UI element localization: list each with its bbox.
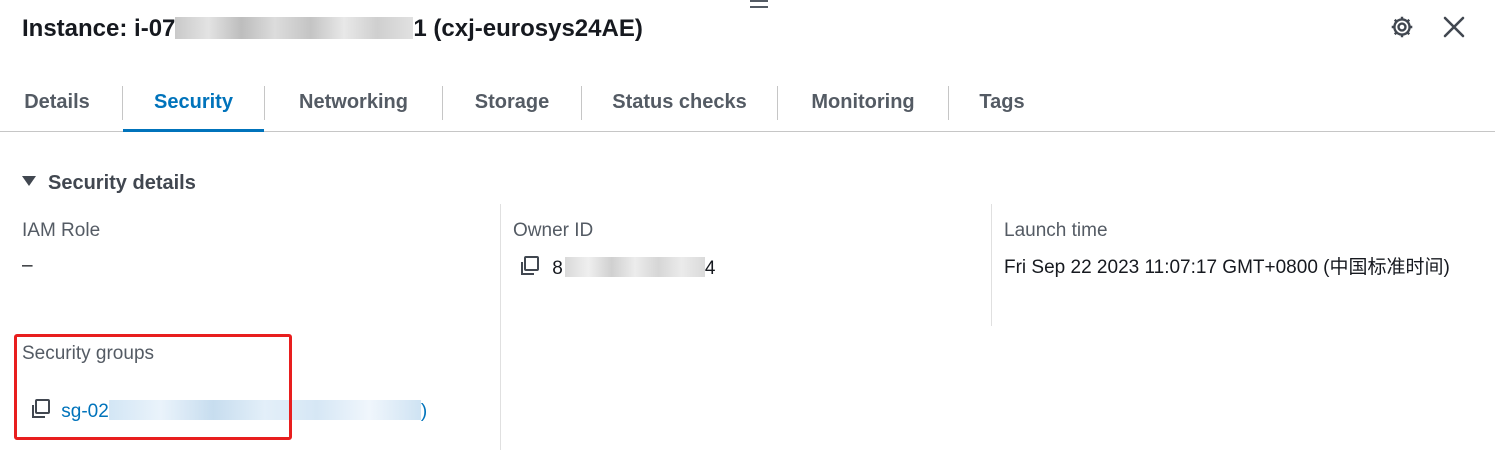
gear-icon (1391, 16, 1413, 38)
security-group-entry: sg-02) (30, 398, 427, 426)
launch-time-label: Launch time (1004, 220, 1108, 241)
owner-id-value: 84 (519, 255, 715, 283)
tab-details[interactable]: Details (0, 74, 114, 132)
tab-security[interactable]: Security (123, 74, 264, 132)
tab-networking[interactable]: Networking (265, 74, 442, 132)
security-group-link[interactable]: sg-02) (61, 400, 428, 422)
caret-down-icon (22, 176, 36, 186)
close-button[interactable] (1441, 12, 1467, 42)
tab-storage[interactable]: Storage (443, 74, 581, 132)
owner-id-prefix: 8 (552, 258, 563, 279)
tab-status-checks[interactable]: Status checks (582, 74, 777, 132)
redacted-security-group (108, 400, 421, 420)
security-details-toggle[interactable]: Security details (22, 168, 196, 198)
security-group-link-prefix: sg-02 (61, 401, 109, 422)
header-actions (1389, 12, 1467, 42)
copy-icon[interactable] (30, 398, 52, 426)
owner-id-suffix: 4 (704, 258, 716, 279)
redacted-owner-id (564, 257, 705, 277)
column-divider (500, 204, 501, 450)
column-divider (991, 204, 992, 326)
owner-id-label: Owner ID (513, 220, 594, 241)
settings-button[interactable] (1389, 12, 1415, 42)
launch-time-value: Fri Sep 22 2023 11:07:17 GMT+0800 (中国标准时… (1004, 257, 1450, 278)
redacted-instance-id (175, 17, 414, 39)
iam-role-value: – (22, 255, 33, 276)
section-title: Security details (48, 172, 196, 194)
copy-icon[interactable] (519, 255, 541, 283)
drag-handle[interactable] (750, 0, 768, 8)
security-groups-label: Security groups (22, 343, 155, 364)
tab-tags[interactable]: Tags (949, 74, 1055, 132)
instance-title-prefix: Instance: i-07 (22, 15, 176, 42)
security-group-link-suffix: ) (420, 401, 428, 422)
tab-bar: Details Security Networking Storage Stat… (0, 74, 1495, 132)
iam-role-label: IAM Role (22, 220, 101, 241)
instance-title-suffix: 1 (cxj-eurosys24AE) (413, 15, 643, 42)
page-title: Instance: i-07 1 (cxj-eurosys24AE) (22, 10, 643, 48)
tab-monitoring[interactable]: Monitoring (778, 74, 948, 132)
close-icon (1443, 16, 1465, 38)
